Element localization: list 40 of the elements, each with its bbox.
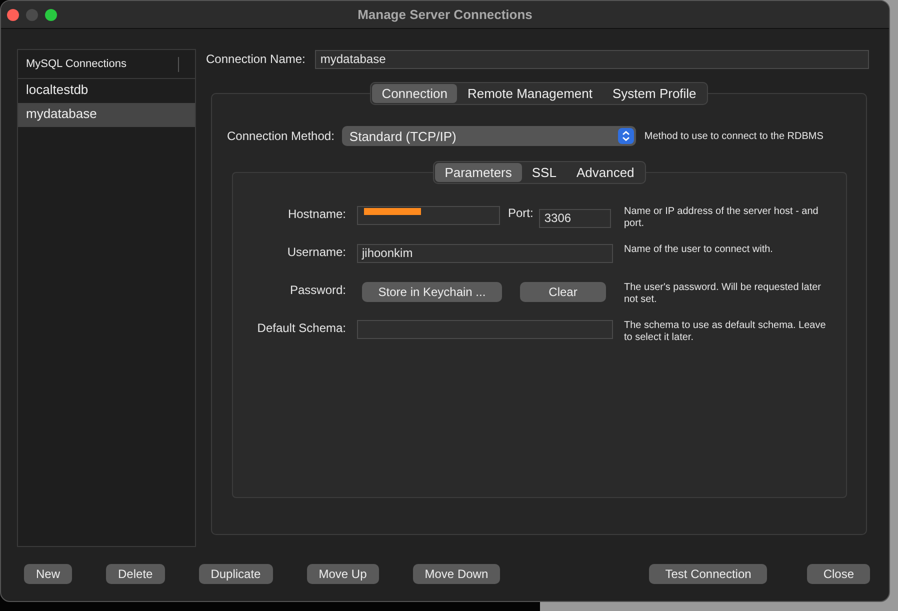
tab[interactable]: Connection xyxy=(372,84,458,103)
tab[interactable]: Remote Management xyxy=(457,84,602,103)
tab[interactable]: SSL xyxy=(522,163,566,182)
action-button[interactable]: Move Down xyxy=(412,564,500,584)
input-field[interactable]: jihoonkim xyxy=(357,244,613,263)
action-button[interactable]: Duplicate xyxy=(198,564,273,584)
help-text: The schema to use as default schema. Leave to select it later. xyxy=(624,320,827,344)
connection-method-dropdown[interactable]: Standard (TCP/IP) xyxy=(342,126,636,146)
window-title: Manage Server Connections xyxy=(358,7,532,22)
action-button[interactable]: Test Connection xyxy=(649,564,768,584)
field-label: Port: xyxy=(508,206,534,220)
hostname-field[interactable] xyxy=(357,206,500,225)
list-header: MySQL Connections xyxy=(26,58,126,70)
help-text: Method to use to connect to the RDBMS xyxy=(644,130,824,142)
field-label: Default Schema: xyxy=(256,320,346,335)
action-button[interactable]: New xyxy=(24,564,72,584)
action-button[interactable]: Close xyxy=(807,564,870,584)
tab[interactable]: Parameters xyxy=(434,163,522,182)
connection-name-field[interactable]: mydatabase xyxy=(315,50,870,68)
help-text: Name or IP address of the server host - and port. xyxy=(624,206,820,230)
connection-item[interactable]: localtestdb xyxy=(18,79,195,103)
dropdown-arrows-icon xyxy=(618,128,634,144)
action-button[interactable]: Move Up xyxy=(306,564,379,584)
field-label: Connection Method: xyxy=(227,129,334,143)
port-field[interactable]: 3306 xyxy=(539,209,612,228)
zoom-icon[interactable] xyxy=(45,8,57,20)
action-button[interactable]: Delete xyxy=(106,564,165,584)
close-icon[interactable] xyxy=(7,8,19,20)
help-text: Name of the user to connect with. xyxy=(624,244,774,256)
connection-item[interactable]: mydatabase xyxy=(18,103,195,127)
tab[interactable]: System Profile xyxy=(602,84,706,103)
password-button[interactable]: Store in Keychain ... xyxy=(362,282,502,302)
tab[interactable]: Advanced xyxy=(566,163,644,182)
password-button[interactable]: Clear xyxy=(520,282,606,302)
field-label: Hostname: xyxy=(286,206,346,221)
field-label: Connection Name: xyxy=(206,52,306,66)
help-text: The user's password. Will be requested later not set. xyxy=(624,282,822,306)
field-label: Password: xyxy=(288,282,346,297)
field-label: Username: xyxy=(286,244,346,259)
input-field[interactable] xyxy=(357,320,613,339)
